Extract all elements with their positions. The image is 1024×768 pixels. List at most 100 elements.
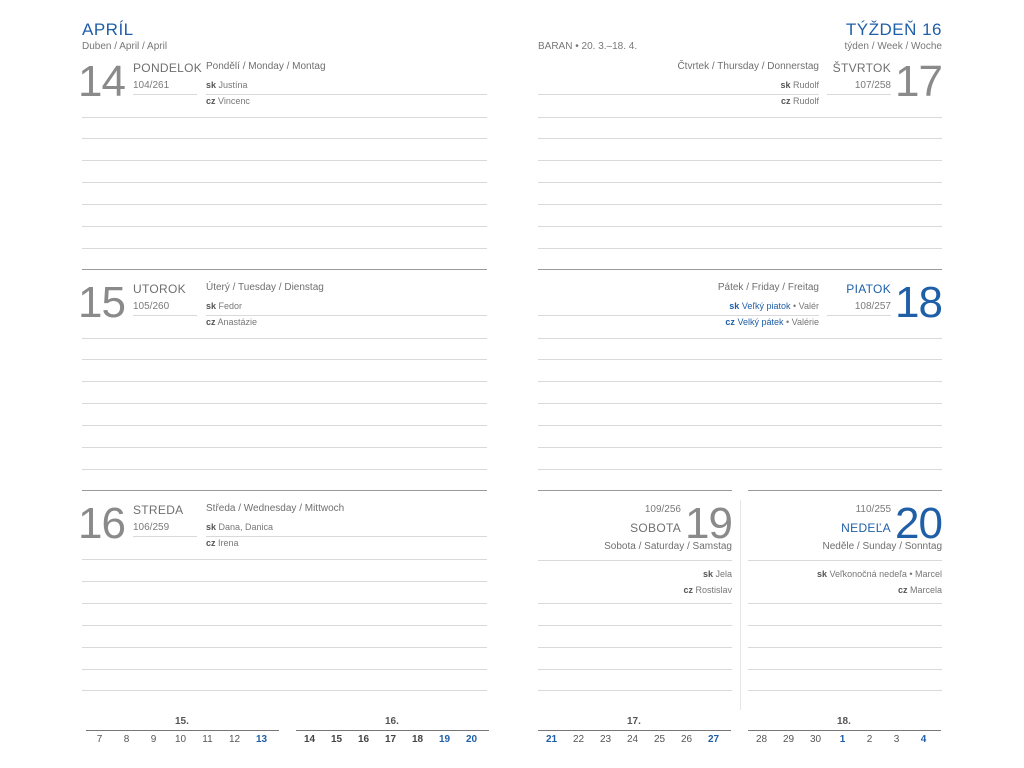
writing-line	[82, 469, 487, 470]
day-name-saturday: SOBOTA	[630, 521, 681, 535]
day-translations-20: Neděle / Sunday / Sonntag	[822, 541, 942, 552]
divider	[827, 94, 891, 95]
mini-calendar-day: 17	[384, 734, 397, 745]
week-number-label: 17.	[627, 716, 641, 727]
column-divider	[740, 500, 741, 710]
mini-calendar-day: 2	[866, 734, 873, 745]
divider	[206, 315, 487, 316]
week-number-label: 18.	[837, 716, 851, 727]
day-number-19: 19	[685, 499, 733, 548]
writing-line	[82, 182, 487, 183]
nameday-sk-15: sk Fedor	[206, 301, 243, 311]
day-count-20: 110/255	[855, 504, 891, 515]
mini-calendar-day: 28	[755, 734, 768, 745]
day-translations-15: Úterý / Tuesday / Dienstag	[206, 282, 324, 293]
day-name-thursday: ŠTVRTOK	[832, 61, 891, 75]
writing-line	[748, 669, 942, 670]
writing-line	[538, 160, 942, 161]
section-divider	[82, 490, 487, 491]
mini-calendar-day: 25	[653, 734, 666, 745]
divider	[206, 94, 487, 95]
writing-line	[82, 647, 487, 648]
divider	[827, 315, 891, 316]
week-title: TÝŽDEŇ 16	[845, 20, 942, 39]
writing-line	[538, 603, 732, 604]
nameday-cz-17: cz Rudolf	[780, 96, 819, 106]
month-subtitle: Duben / April / April	[82, 41, 168, 52]
divider	[748, 560, 942, 561]
day-translations-18: Pátek / Friday / Freitag	[717, 282, 819, 293]
writing-line	[82, 338, 487, 339]
day-number-17: 17	[895, 57, 943, 106]
mini-calendar-day: 20	[465, 734, 478, 745]
day-translations-16: Středa / Wednesday / Mittwoch	[206, 503, 345, 514]
day-number-20: 20	[895, 499, 943, 548]
day-name-monday: PONDELOK	[133, 61, 203, 75]
week-underline	[748, 730, 941, 731]
mini-calendar-day: 11	[202, 734, 213, 745]
writing-line	[748, 625, 942, 626]
mini-calendar-day: 29	[782, 734, 795, 745]
writing-line	[538, 625, 732, 626]
writing-line	[82, 425, 487, 426]
writing-line	[82, 669, 487, 670]
day-number-14: 14	[78, 57, 126, 106]
nameday-sk-20: sk Veľkonočná nedeľa • Marcel	[816, 569, 942, 579]
mini-calendar-day: 16	[357, 734, 370, 745]
writing-line	[82, 403, 487, 404]
day-name-wednesday: STREDA	[133, 503, 184, 517]
nameday-sk-16: sk Dana, Danica	[206, 522, 274, 532]
divider	[538, 560, 732, 561]
writing-line	[82, 381, 487, 382]
mini-calendar-day: 19	[438, 734, 451, 745]
day-translations-19: Sobota / Saturday / Samstag	[604, 541, 732, 552]
week-underline	[538, 730, 731, 731]
writing-line	[82, 160, 487, 161]
writing-line	[538, 117, 942, 118]
writing-line	[748, 603, 942, 604]
divider	[538, 94, 819, 95]
mini-calendar-day: 9	[150, 734, 157, 745]
mini-calendar-day: 14	[303, 734, 316, 745]
writing-line	[538, 226, 942, 227]
mini-calendar-day: 27	[707, 734, 720, 745]
day-name-tuesday: UTOROK	[133, 282, 186, 296]
day-number-15: 15	[78, 278, 126, 327]
day-count-17: 107/258	[854, 80, 891, 91]
divider	[538, 315, 819, 316]
writing-line	[82, 117, 487, 118]
section-divider	[82, 269, 487, 270]
writing-line	[82, 559, 487, 560]
writing-line	[538, 138, 942, 139]
nameday-sk-19: sk Jela	[702, 569, 732, 579]
week-number-label: 15.	[175, 716, 189, 727]
mini-calendar-day: 4	[920, 734, 927, 745]
mini-calendar-day: 23	[599, 734, 612, 745]
nameday-cz-15: cz Anastázie	[206, 317, 258, 327]
mini-calendar-day: 12	[228, 734, 241, 745]
writing-line	[538, 182, 942, 183]
writing-line	[538, 338, 942, 339]
week-number-label: 16.	[385, 716, 399, 727]
mini-calendar-day: 30	[809, 734, 822, 745]
day-number-18: 18	[895, 278, 943, 327]
writing-line	[82, 625, 487, 626]
writing-line	[82, 226, 487, 227]
week-underline	[296, 730, 489, 731]
writing-line	[82, 581, 487, 582]
writing-line	[538, 447, 942, 448]
writing-line	[538, 647, 732, 648]
writing-line	[82, 204, 487, 205]
writing-line	[538, 690, 732, 691]
writing-line	[82, 690, 487, 691]
day-name-friday: PIATOK	[846, 282, 891, 296]
writing-line	[538, 381, 942, 382]
week-underline	[86, 730, 279, 731]
nameday-cz-19: cz Rostislav	[683, 585, 732, 595]
writing-line	[538, 403, 942, 404]
divider	[133, 315, 197, 316]
day-count-16: 106/259	[133, 522, 170, 533]
mini-calendar-day: 8	[123, 734, 130, 745]
nameday-sk-18: sk Veľký piatok • Valér	[729, 301, 819, 311]
nameday-cz-18: cz Velký pátek • Valérie	[725, 317, 819, 327]
